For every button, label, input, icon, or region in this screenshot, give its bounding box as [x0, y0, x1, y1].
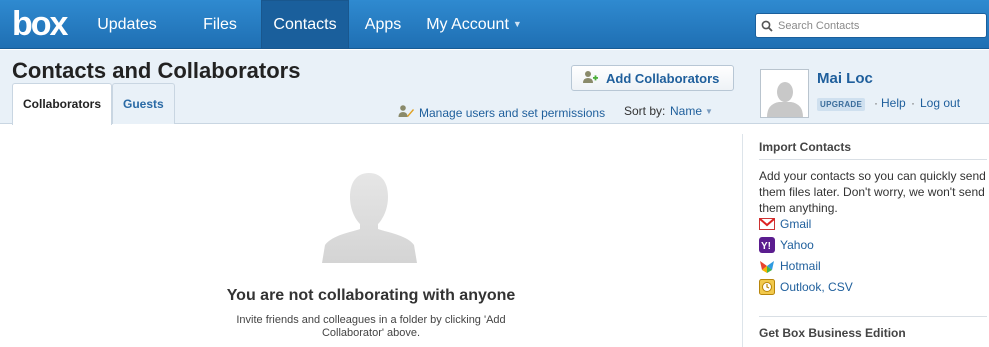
yahoo-icon: Y! — [759, 237, 775, 253]
box-logo[interactable]: box — [12, 6, 68, 42]
nav-my-account-label: My Account — [426, 16, 509, 33]
sort-by-value: Name — [670, 104, 703, 118]
user-silhouette-icon — [766, 82, 803, 117]
separator-dot: · — [874, 96, 878, 110]
chevron-down-icon: ▼ — [705, 107, 713, 116]
gmail-label: Gmail — [780, 217, 812, 231]
page-title: Contacts and Collaborators — [12, 58, 301, 83]
nav-my-account[interactable]: My Account ▼ — [422, 0, 526, 49]
add-user-icon — [582, 70, 598, 87]
divider — [759, 159, 987, 160]
hotmail-label: Hotmail — [780, 259, 821, 273]
empty-state-description: Invite friends and colleagues in a folde… — [236, 314, 506, 339]
import-gmail-link[interactable]: Gmail — [759, 216, 811, 232]
empty-state-title: You are not collaborating with anyone — [226, 287, 516, 304]
svg-text:Y!: Y! — [761, 241, 771, 252]
manage-users-label: Manage users and set permissions — [419, 105, 606, 120]
import-outlook-csv-link[interactable]: Outlook, CSV — [759, 279, 853, 295]
import-contacts-description: Add your contacts so you can quickly sen… — [759, 169, 986, 215]
import-contacts-heading: Import Contacts — [759, 140, 852, 154]
search-icon — [756, 14, 778, 37]
sort-by-select[interactable]: Name ▼ — [670, 104, 713, 118]
yahoo-label: Yahoo — [780, 238, 814, 252]
hotmail-icon — [759, 258, 775, 274]
manage-users-link[interactable]: Manage users and set permissions — [398, 104, 605, 121]
help-link[interactable]: Help — [881, 96, 906, 110]
avatar[interactable] — [760, 69, 809, 118]
import-hotmail-link[interactable]: Hotmail — [759, 258, 821, 274]
add-collaborators-button[interactable]: Add Collaborators — [571, 65, 734, 91]
nav-contacts[interactable]: Contacts — [261, 0, 349, 49]
logout-link[interactable]: Log out — [920, 96, 960, 110]
outlook-icon — [759, 279, 775, 295]
nav-files[interactable]: Files — [184, 0, 256, 49]
gmail-icon — [759, 216, 775, 232]
content-divider — [742, 134, 743, 347]
import-yahoo-link[interactable]: Y! Yahoo — [759, 237, 814, 253]
add-collaborators-label: Add Collaborators — [606, 70, 720, 86]
chevron-down-icon: ▼ — [512, 19, 522, 29]
business-edition-heading: Get Box Business Edition — [759, 326, 906, 340]
separator-dot: · — [911, 96, 915, 110]
nav-updates[interactable]: Updates — [84, 0, 170, 49]
outlook-csv-label: Outlook, CSV — [780, 280, 853, 294]
upgrade-badge[interactable]: UPGRADE — [817, 98, 866, 111]
search-box[interactable] — [755, 13, 987, 38]
user-name[interactable]: Mai Loc — [817, 70, 873, 87]
nav-apps[interactable]: Apps — [354, 0, 412, 49]
tab-guests[interactable]: Guests — [112, 83, 175, 124]
tab-collaborators[interactable]: Collaborators — [12, 83, 113, 125]
search-input[interactable] — [778, 19, 978, 32]
manage-users-icon — [398, 104, 414, 121]
top-nav-bar: box Updates Files Contacts Apps My Accou… — [0, 0, 989, 49]
empty-user-silhouette-icon — [322, 173, 417, 263]
sort-by-label: Sort by: — [624, 104, 666, 118]
divider — [759, 316, 987, 317]
